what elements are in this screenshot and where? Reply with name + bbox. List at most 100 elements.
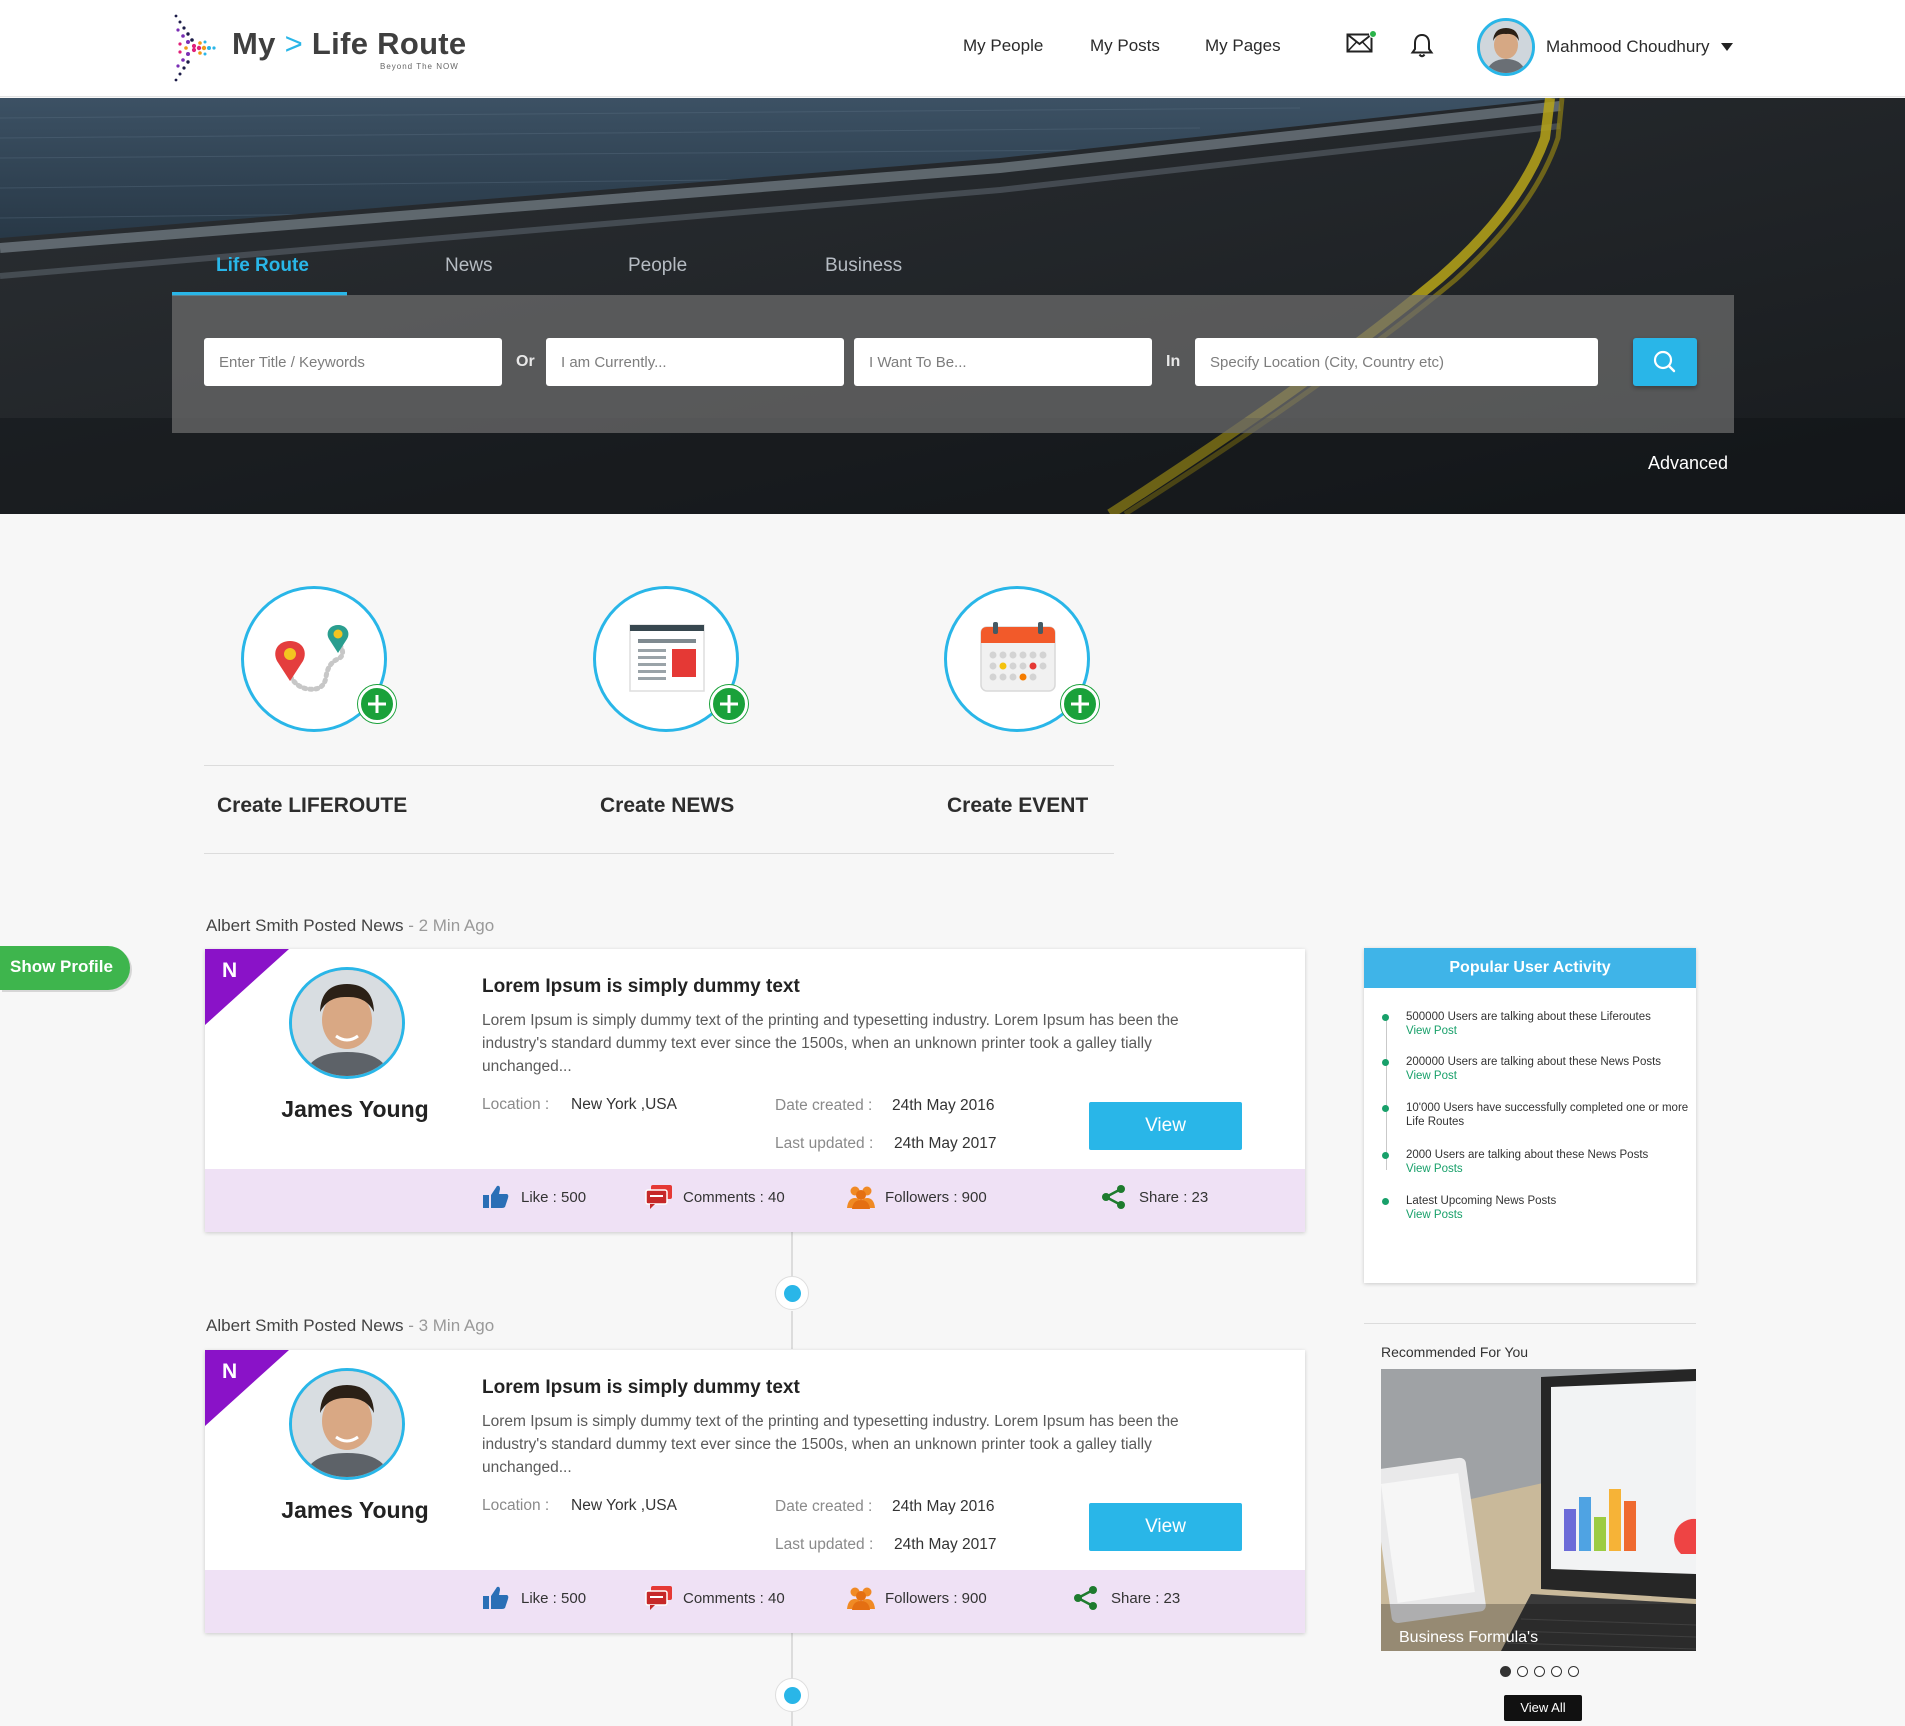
post-title[interactable]: Lorem Ipsum is simply dummy text: [482, 1377, 800, 1399]
date-created-value: 24th May 2016: [892, 1498, 995, 1515]
comments-stat[interactable]: Comments : 40: [645, 1185, 785, 1209]
thumbs-up-icon: [482, 1184, 510, 1214]
recommended-slide[interactable]: Business Formula's: [1381, 1369, 1696, 1651]
post-time-ago: 2 Min Ago: [418, 916, 495, 935]
carousel-dot[interactable]: [1517, 1666, 1528, 1677]
carousel-dots: [1500, 1666, 1590, 1678]
news-post-card: N James Young Lorem Ipsum is simply dumm…: [205, 949, 1305, 1232]
comments-glyph: [645, 1185, 672, 1209]
create-liferoute-label[interactable]: Create LIFEROUTE: [217, 794, 407, 818]
post-person-name[interactable]: James Young: [205, 1497, 505, 1524]
comments-icon: [644, 1184, 674, 1214]
share-icon: [1100, 1184, 1128, 1214]
activity-timeline-line: [1386, 1020, 1387, 1170]
view-all-button[interactable]: View All: [1504, 1695, 1582, 1721]
last-updated-label: Last updated :: [775, 1135, 874, 1152]
news-badge-letter: N: [222, 959, 238, 982]
location-label: Location :: [482, 1497, 550, 1514]
like-stat[interactable]: Like : 500: [483, 1185, 587, 1208]
person-portrait: [292, 1371, 402, 1477]
followers-glyph: [847, 1587, 875, 1610]
activity-link[interactable]: View Post: [1406, 1069, 1691, 1083]
share-stat[interactable]: Share : 23: [1102, 1185, 1209, 1209]
view-post-button[interactable]: View: [1089, 1102, 1242, 1150]
like-count: Like : 500: [521, 1189, 587, 1206]
bell-icon[interactable]: [1410, 33, 1434, 64]
want-to-be-input[interactable]: [854, 338, 1152, 386]
comments-stat[interactable]: Comments : 40: [645, 1586, 785, 1610]
carousel-dot[interactable]: [1534, 1666, 1545, 1677]
search-icon: [1653, 350, 1676, 373]
user-avatar[interactable]: [1477, 18, 1535, 76]
comments-count: Comments : 40: [683, 1590, 785, 1607]
activity-link[interactable]: View Posts: [1406, 1208, 1691, 1222]
tab-life-route[interactable]: Life Route: [216, 255, 309, 277]
post-person-name[interactable]: James Young: [205, 1096, 505, 1123]
post-avatar[interactable]: [289, 967, 405, 1079]
post-author-line[interactable]: Albert Smith Posted News: [206, 916, 403, 935]
followers-icon: [846, 1184, 876, 1214]
logo-arrow-icon: [174, 14, 216, 82]
followers-stat[interactable]: Followers : 900: [847, 1587, 987, 1610]
like-count: Like : 500: [521, 1590, 587, 1607]
create-event-label[interactable]: Create EVENT: [947, 794, 1088, 818]
create-news-label[interactable]: Create NEWS: [600, 794, 734, 818]
carousel-dot[interactable]: [1500, 1666, 1511, 1677]
share-count: Share : 23: [1139, 1189, 1209, 1206]
show-profile-button[interactable]: Show Profile: [0, 946, 130, 990]
mail-unread-dot: [1369, 30, 1377, 38]
mail-icon[interactable]: [1346, 30, 1377, 59]
create-news-button[interactable]: [593, 586, 748, 732]
search-button[interactable]: [1633, 338, 1697, 386]
post-separator: -: [403, 916, 419, 935]
popular-activity-title: Popular User Activity: [1364, 948, 1696, 988]
carousel-dot[interactable]: [1568, 1666, 1579, 1677]
date-created-label: Date created :: [775, 1097, 873, 1114]
activity-link[interactable]: View Posts: [1406, 1162, 1691, 1176]
activity-link[interactable]: View Post: [1406, 1024, 1691, 1038]
post-title[interactable]: Lorem Ipsum is simply dummy text: [482, 976, 800, 998]
timeline-connector: [791, 1311, 793, 1349]
post-description: Lorem Ipsum is simply dummy text of the …: [482, 1413, 1179, 1476]
thumbs-up-glyph: [483, 1185, 509, 1208]
activity-item: 200000 Users are talking about these New…: [1382, 1055, 1691, 1083]
followers-stat[interactable]: Followers : 900: [847, 1186, 987, 1209]
location-input[interactable]: [1195, 338, 1598, 386]
logo-tagline: Beyond The NOW: [380, 62, 459, 71]
create-liferoute-button[interactable]: [241, 586, 396, 732]
post-header: Albert Smith Posted News - 3 Min Ago: [206, 1316, 494, 1336]
news-badge-letter: N: [222, 1360, 238, 1383]
sidebar-divider: [1364, 1323, 1696, 1324]
share-icon: [1072, 1585, 1100, 1615]
comments-glyph: [645, 1586, 672, 1610]
post-author-line[interactable]: Albert Smith Posted News: [206, 1316, 403, 1335]
nav-my-pages[interactable]: My Pages: [1205, 36, 1281, 56]
user-menu-caret-icon[interactable]: [1721, 43, 1733, 51]
share-stat[interactable]: Share : 23: [1074, 1586, 1180, 1610]
carousel-dot[interactable]: [1551, 1666, 1562, 1677]
advanced-search-link[interactable]: Advanced: [1648, 453, 1728, 474]
tab-people[interactable]: People: [628, 255, 687, 277]
keywords-input[interactable]: [204, 338, 502, 386]
user-name[interactable]: Mahmood Choudhury: [1546, 37, 1709, 57]
like-stat[interactable]: Like : 500: [483, 1586, 587, 1609]
thumbs-up-icon: [482, 1585, 510, 1615]
thumbs-up-glyph: [483, 1586, 509, 1609]
tab-business[interactable]: Business: [825, 255, 902, 277]
tab-news[interactable]: News: [445, 255, 493, 277]
site-logo[interactable]: My > Life Route Beyond The NOW: [170, 10, 490, 86]
location-label: Location :: [482, 1096, 550, 1113]
post-avatar[interactable]: [289, 1368, 405, 1480]
create-event-button[interactable]: [944, 586, 1099, 732]
last-updated-value: 24th May 2017: [894, 1135, 997, 1152]
view-post-button[interactable]: View: [1089, 1503, 1242, 1551]
create-top-divider: [204, 765, 1114, 766]
post-header: Albert Smith Posted News - 2 Min Ago: [206, 916, 494, 936]
nav-my-posts[interactable]: My Posts: [1090, 36, 1160, 56]
followers-count: Followers : 900: [885, 1590, 987, 1607]
create-bottom-divider: [204, 853, 1114, 854]
currently-input[interactable]: [546, 338, 844, 386]
timeline-node: [775, 1276, 809, 1310]
nav-my-people[interactable]: My People: [963, 36, 1043, 56]
plus-icon: [1061, 685, 1099, 723]
